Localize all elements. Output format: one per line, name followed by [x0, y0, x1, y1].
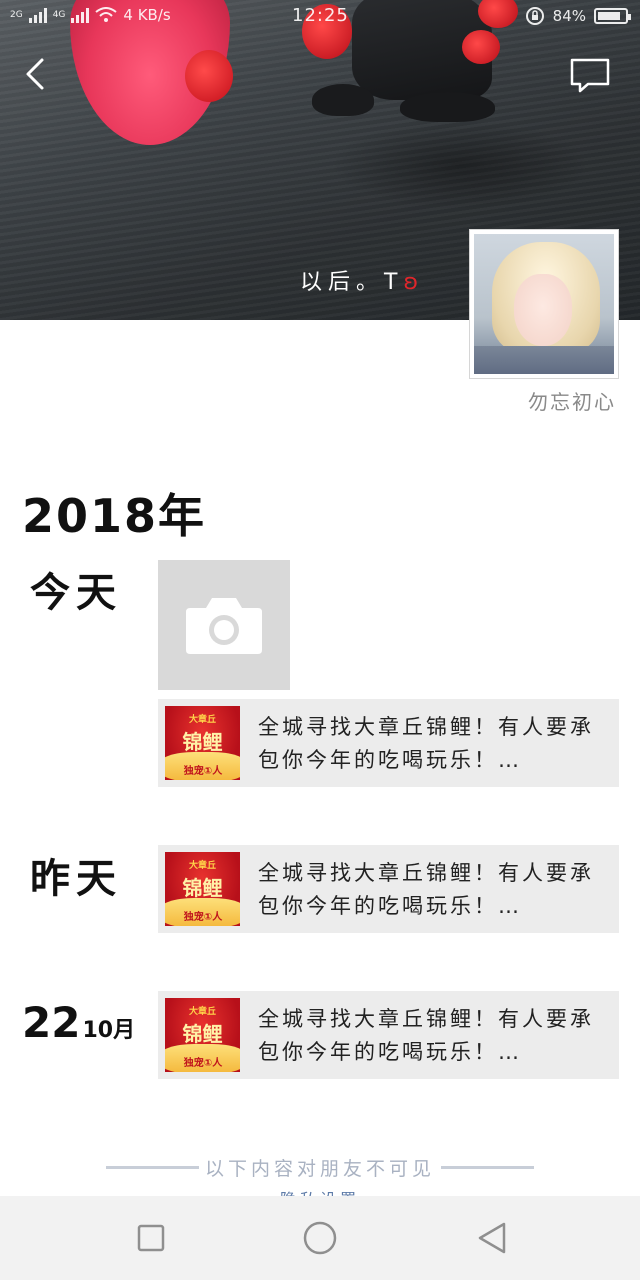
avatar-face	[514, 274, 572, 346]
share-text: 全城寻找大章丘锦鲤！有人要承包你今年的吃喝玩乐！…	[258, 1007, 594, 1064]
cover-shadow	[330, 120, 590, 210]
thumb-top-text: 大章丘	[188, 1007, 216, 1017]
share-text: 全城寻找大章丘锦鲤！有人要承包你今年的吃喝玩乐！…	[258, 861, 594, 918]
thumb-title-text: 锦鲤	[182, 730, 223, 754]
hidden-content-text: 以下内容对朋友不可见	[205, 1158, 436, 1180]
avatar[interactable]	[469, 229, 619, 379]
status-bar: 2G 4G 4 KB/s 12:25 84%	[0, 0, 640, 34]
cover-rose	[185, 50, 233, 102]
recent-apps-square-icon[interactable]	[131, 1218, 171, 1258]
battery-icon	[594, 8, 631, 24]
thumb-bottom-text: 独宠①人	[183, 766, 223, 777]
owner-name-suffix: ʚ	[403, 270, 419, 295]
thumb-top-text: 大章丘	[188, 715, 216, 725]
system-navigation-bar	[0, 1196, 640, 1280]
day-label-yesterday: 昨天	[30, 856, 122, 902]
rotation-lock-icon	[525, 7, 544, 25]
owner-name-text: 以后。T	[300, 270, 404, 295]
day-label-today: 今天	[30, 570, 122, 616]
shared-link-card[interactable]: 大章丘 锦鲤 独宠①人 全城寻找大章丘锦鲤！有人要承包你今年的吃喝玩乐！…	[158, 699, 619, 787]
thumb-bottom-text: 独宠①人	[183, 1058, 223, 1069]
thumb-title-text: 锦鲤	[182, 1022, 223, 1046]
signal-icon	[71, 7, 90, 23]
share-thumbnail: 大章丘 锦鲤 独宠①人	[165, 706, 240, 780]
date-label: 2210月	[22, 998, 135, 1047]
share-thumbnail: 大章丘 锦鲤 独宠①人	[165, 852, 240, 926]
avatar-shirt	[474, 346, 614, 374]
shared-link-card[interactable]: 大章丘 锦鲤 独宠①人 全城寻找大章丘锦鲤！有人要承包你今年的吃喝玩乐！…	[158, 845, 619, 933]
status-time: 12:25	[292, 5, 349, 26]
post-photo-button[interactable]	[158, 560, 290, 690]
cover-figurine-shoe	[312, 84, 374, 116]
network-label-4g: 4G	[52, 9, 66, 20]
wifi-icon	[95, 7, 118, 22]
date-month: 10月	[82, 1018, 136, 1043]
year-heading: 2018年	[22, 489, 207, 543]
thumb-bottom-text: 独宠①人	[183, 912, 223, 923]
divider-line	[441, 1166, 535, 1169]
back-chevron-icon[interactable]	[18, 54, 54, 94]
network-label-2g: 2G	[10, 9, 23, 20]
status-right: 84%	[525, 6, 631, 26]
profile-name: 勿忘初心	[528, 390, 616, 414]
shared-link-card[interactable]: 大章丘 锦鲤 独宠①人 全城寻找大章丘锦鲤！有人要承包你今年的吃喝玩乐！…	[158, 991, 619, 1079]
battery-percent: 84%	[552, 7, 586, 25]
cover-owner-name: 以后。Tʚ	[300, 264, 418, 296]
status-left: 2G 4G 4 KB/s	[10, 6, 171, 24]
hidden-content-notice: 以下内容对朋友不可见	[106, 1154, 535, 1181]
back-triangle-icon[interactable]	[472, 1218, 512, 1258]
avatar-photo	[474, 234, 614, 374]
thumb-top-text: 大章丘	[188, 861, 216, 871]
privacy-settings-link[interactable]: 隐私设置	[0, 1186, 640, 1196]
message-bubble-icon[interactable]	[568, 56, 612, 96]
battery-level	[598, 12, 620, 20]
date-day: 22	[22, 998, 81, 1047]
thumb-title-text: 锦鲤	[182, 876, 223, 900]
share-text: 全城寻找大章丘锦鲤！有人要承包你今年的吃喝玩乐！…	[258, 715, 594, 772]
home-circle-icon[interactable]	[300, 1218, 340, 1258]
camera-icon	[186, 598, 262, 654]
share-thumbnail: 大章丘 锦鲤 独宠①人	[165, 998, 240, 1072]
cover-rose	[462, 30, 500, 64]
cover-figurine-shoe	[400, 92, 495, 122]
network-speed: 4 KB/s	[123, 6, 171, 24]
signal-icon	[28, 7, 47, 23]
divider-line	[106, 1166, 199, 1169]
